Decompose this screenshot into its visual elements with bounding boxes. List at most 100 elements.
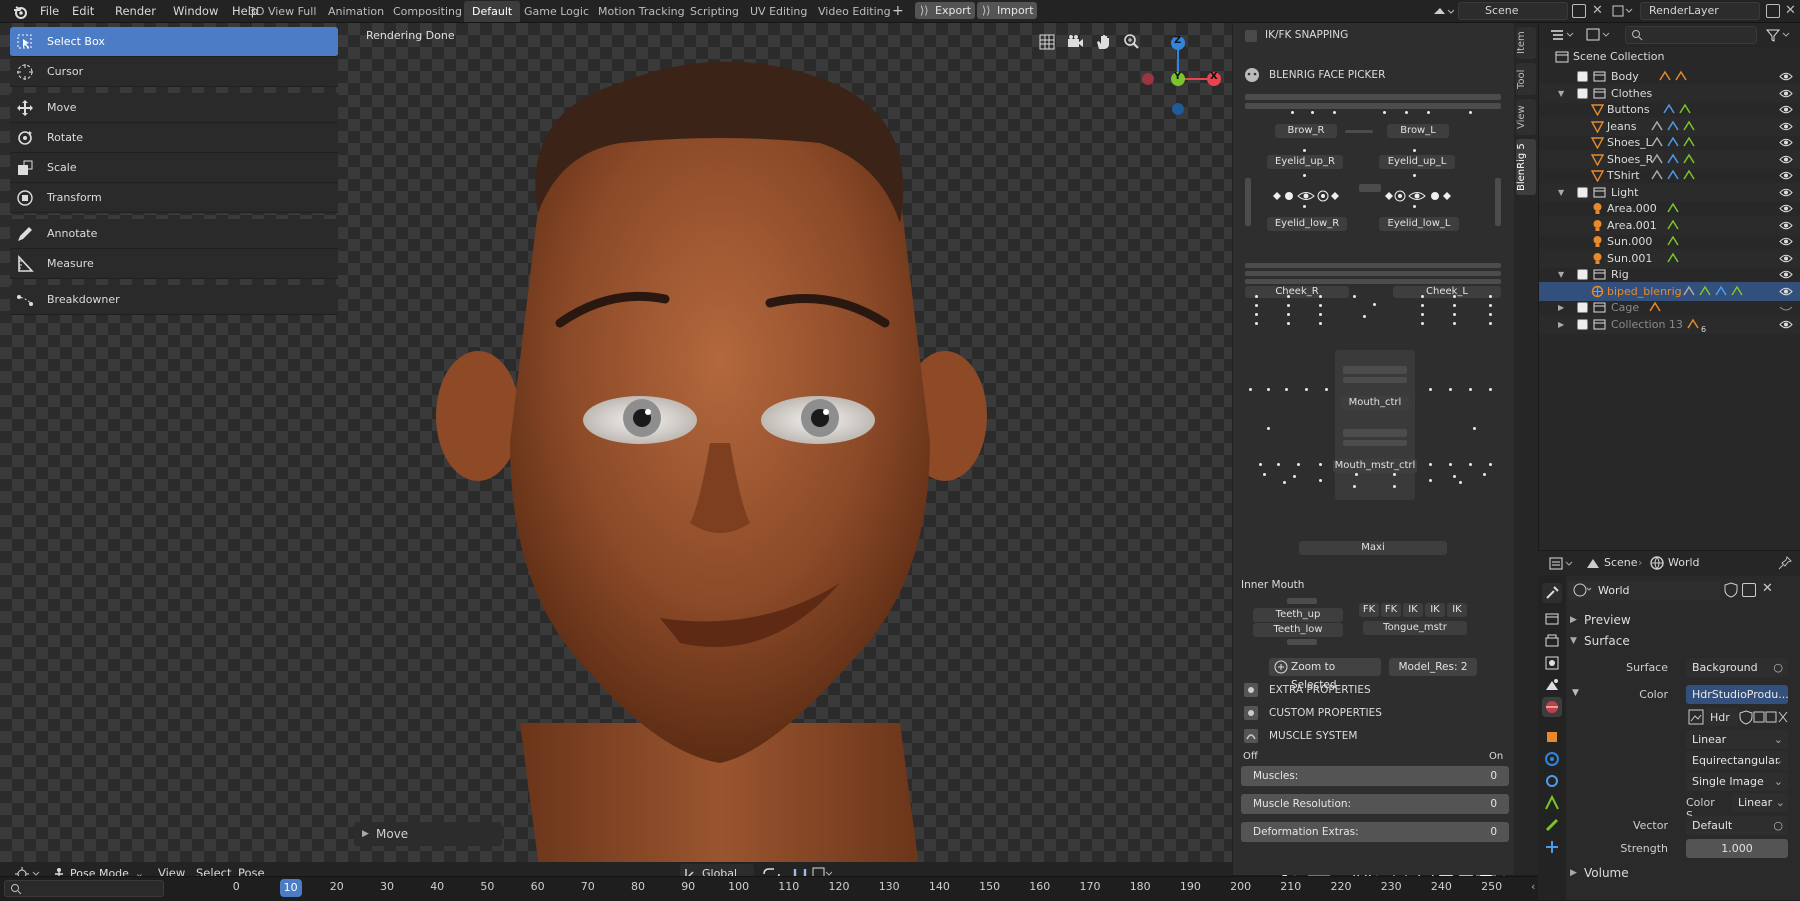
teeth-low-handle[interactable] bbox=[1287, 639, 1317, 645]
face-control-dot[interactable] bbox=[1483, 473, 1486, 476]
teeth-up-handle[interactable] bbox=[1287, 598, 1317, 604]
scene-selector-icon[interactable] bbox=[1432, 4, 1454, 19]
eye-closed-icon[interactable] bbox=[1779, 301, 1793, 314]
face-control-dot[interactable] bbox=[1287, 295, 1290, 298]
ik-toggle-2[interactable]: IK bbox=[1425, 603, 1445, 617]
face-control-dot[interactable] bbox=[1319, 304, 1322, 307]
face-control-dot[interactable] bbox=[1469, 111, 1472, 114]
timeline-scroll-icon[interactable]: ‹ bbox=[1531, 880, 1535, 893]
data-modifier-icon[interactable] bbox=[1651, 120, 1663, 132]
color-texture-field[interactable]: HdrStudioProdu... bbox=[1686, 685, 1788, 704]
eye-icon[interactable] bbox=[1779, 87, 1793, 100]
new-scene-icon[interactable] bbox=[1572, 4, 1586, 18]
surface-panel-header[interactable]: ▼ Surface bbox=[1568, 631, 1794, 651]
tool-annotate[interactable]: Annotate bbox=[10, 219, 338, 249]
data-modifier-icon[interactable] bbox=[1667, 252, 1679, 264]
delete-scene-icon[interactable]: ✕ bbox=[1592, 3, 1603, 18]
face-picker-dots[interactable] bbox=[1233, 23, 1515, 543]
face-control-dot[interactable] bbox=[1421, 313, 1424, 316]
maxi-button[interactable]: Maxi bbox=[1299, 541, 1447, 555]
display-mode-icon[interactable] bbox=[1585, 28, 1613, 42]
fk-toggle-1[interactable]: FK bbox=[1359, 603, 1379, 617]
data-modifier-icon[interactable] bbox=[1667, 202, 1679, 214]
exclude-checkbox[interactable] bbox=[1577, 186, 1588, 198]
colorspace-select[interactable]: Linear ⌄ bbox=[1732, 793, 1788, 812]
data-modifier-icon[interactable] bbox=[1651, 136, 1663, 148]
data-modifier-icon[interactable] bbox=[1667, 136, 1679, 148]
exclude-checkbox[interactable] bbox=[1577, 87, 1588, 99]
menu-render[interactable]: Render bbox=[109, 2, 162, 21]
eye-icon[interactable] bbox=[1779, 70, 1793, 83]
face-control-dot[interactable] bbox=[1489, 388, 1492, 391]
delete-render-layer-icon[interactable]: ✕ bbox=[1785, 3, 1796, 18]
render-layer-field[interactable]: RenderLayer bbox=[1640, 2, 1760, 20]
exclude-checkbox[interactable] bbox=[1577, 269, 1588, 280]
face-control-dot[interactable] bbox=[1429, 388, 1432, 391]
navigation-gizmo[interactable]: Z Y X bbox=[1136, 31, 1226, 121]
timeline[interactable]: 0 10 20 30 40 50 60 70 80 90 100 110 120 130 140 150 160… bbox=[0, 876, 1538, 900]
tab-animation[interactable]: Animation bbox=[320, 1, 392, 22]
tool-breakdowner[interactable]: Breakdowner bbox=[10, 285, 338, 315]
face-control-dot[interactable] bbox=[1255, 304, 1258, 307]
data-modifier-icon[interactable] bbox=[1675, 70, 1687, 82]
face-control-dot[interactable] bbox=[1453, 322, 1456, 325]
camera-view-icon[interactable] bbox=[1066, 33, 1084, 51]
deformation-extras-slider[interactable]: Deformation Extras: 0 bbox=[1241, 822, 1509, 842]
data-modifier-icon[interactable] bbox=[1683, 136, 1695, 148]
face-control-dot[interactable] bbox=[1449, 463, 1452, 466]
fk-toggle-2[interactable]: FK bbox=[1381, 603, 1401, 617]
face-control-dot[interactable] bbox=[1319, 479, 1322, 482]
volume-panel-header[interactable]: ▶ Volume bbox=[1568, 863, 1794, 883]
face-control-dot[interactable] bbox=[1319, 322, 1322, 325]
pin-icon[interactable] bbox=[1778, 556, 1792, 570]
face-control-dot[interactable] bbox=[1249, 388, 1252, 391]
strength-field[interactable]: 1.000 bbox=[1686, 839, 1788, 858]
face-control-dot[interactable] bbox=[1489, 313, 1492, 316]
eye-icon[interactable] bbox=[1779, 186, 1793, 199]
face-control-dot[interactable] bbox=[1459, 481, 1462, 484]
data-modifier-icon[interactable] bbox=[1699, 285, 1711, 297]
tab-game-logic[interactable]: Game Logic bbox=[516, 1, 597, 22]
bone-tab-icon[interactable] bbox=[1542, 815, 1562, 835]
physics-tab-icon[interactable] bbox=[1542, 749, 1562, 769]
tool-measure[interactable]: Measure bbox=[10, 249, 338, 279]
breadcrumb-world[interactable]: World bbox=[1668, 556, 1700, 569]
face-control-dot[interactable] bbox=[1283, 481, 1286, 484]
face-control-dot[interactable] bbox=[1319, 313, 1322, 316]
tool-cursor[interactable]: Cursor bbox=[10, 57, 338, 87]
tab-blenrig-5[interactable]: BlenRig 5 bbox=[1516, 139, 1536, 195]
face-control-dot[interactable] bbox=[1429, 479, 1432, 482]
eye-icon[interactable] bbox=[1779, 252, 1793, 265]
face-control-dot[interactable] bbox=[1255, 313, 1258, 316]
properties-editor-icon[interactable] bbox=[1548, 557, 1576, 571]
outliner-search-input[interactable] bbox=[1625, 26, 1757, 44]
grid-toggle-icon[interactable] bbox=[1038, 33, 1056, 51]
world-tab-icon[interactable] bbox=[1542, 697, 1562, 717]
face-control-dot[interactable] bbox=[1353, 295, 1356, 298]
face-control-dot[interactable] bbox=[1285, 388, 1288, 391]
model-res-button[interactable]: Model_Res: 2 bbox=[1389, 658, 1477, 676]
view-layer-tab-icon[interactable] bbox=[1542, 653, 1562, 673]
ik-toggle-3[interactable]: IK bbox=[1447, 603, 1467, 617]
data-modifier-icon[interactable] bbox=[1667, 153, 1679, 165]
data-modifier-icon[interactable] bbox=[1683, 169, 1695, 181]
face-control-dot[interactable] bbox=[1277, 463, 1280, 466]
extra-properties-label[interactable]: EXTRA PROPERTIES bbox=[1269, 684, 1371, 696]
eye-icon[interactable] bbox=[1779, 318, 1793, 331]
face-control-dot[interactable] bbox=[1355, 473, 1358, 476]
face-control-dot[interactable] bbox=[1473, 427, 1476, 430]
outliner-editor-icon[interactable] bbox=[1549, 28, 1577, 42]
tab-3d-view-full[interactable]: 3D View Full bbox=[241, 1, 324, 22]
exclude-checkbox[interactable] bbox=[1577, 318, 1588, 330]
face-control-dot[interactable] bbox=[1293, 475, 1296, 478]
blender-logo-icon[interactable] bbox=[12, 4, 28, 20]
interpolation-select[interactable]: Linear ⌄ bbox=[1686, 730, 1788, 749]
muscles-slider[interactable]: Muscles: 0 bbox=[1241, 766, 1509, 786]
face-control-dot[interactable] bbox=[1453, 304, 1456, 307]
eye-icon[interactable] bbox=[1779, 103, 1793, 116]
exclude-checkbox[interactable] bbox=[1577, 302, 1588, 313]
face-control-dot[interactable] bbox=[1413, 174, 1416, 177]
tab-compositing[interactable]: Compositing bbox=[385, 1, 470, 22]
data-modifier-icon[interactable] bbox=[1667, 219, 1679, 231]
tab-default[interactable]: Default bbox=[464, 1, 521, 22]
